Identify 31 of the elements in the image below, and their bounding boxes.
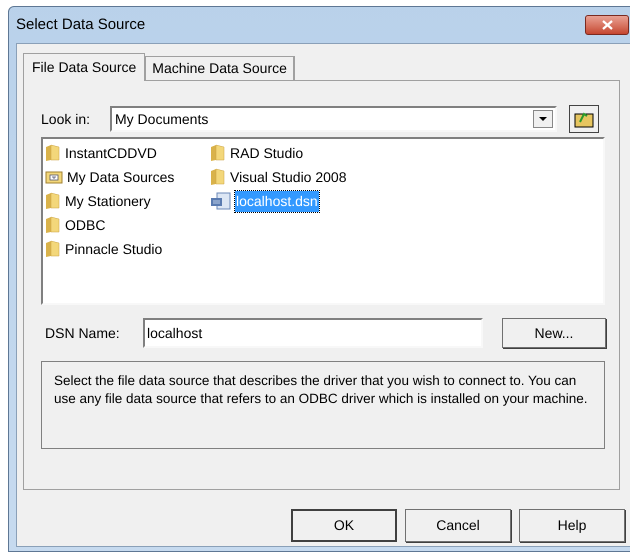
database-file-icon — [210, 192, 232, 210]
tab[interactable]: Machine Data Source — [145, 56, 295, 80]
file-item[interactable]: ODBC — [64, 214, 106, 236]
description-text: Select the file data source that describes the driver that you wish to connect to. You can use any file data source that refers to an ODBC driver which is installed on your machine. — [54, 372, 589, 408]
file-item[interactable]: InstantCDDVD — [64, 142, 158, 164]
file-item[interactable]: Visual Studio 2008 — [229, 166, 348, 188]
file-item[interactable]: Pinnacle Studio — [64, 238, 164, 260]
file-item[interactable]: My Data Sources — [66, 166, 176, 188]
folder-icon — [45, 240, 61, 258]
dsn-name-label: DSN Name: — [44, 324, 121, 342]
window-title: Select Data Source — [16, 14, 146, 35]
dialog-button[interactable]: OK — [291, 509, 397, 542]
folder-icon — [45, 192, 61, 210]
dsn-name-field[interactable]: localhost — [143, 318, 483, 348]
close-icon — [602, 20, 612, 30]
folder-icon — [45, 216, 61, 234]
dialog-button[interactable]: Cancel — [405, 509, 511, 542]
folder-icon — [210, 144, 226, 162]
file-item[interactable]: RAD Studio — [229, 142, 304, 164]
folder-icon — [45, 169, 63, 185]
folder-up-icon — [574, 110, 594, 128]
dialog-button[interactable]: Help — [519, 509, 625, 542]
look-in-dropdown[interactable]: My Documents — [110, 106, 557, 132]
new-button[interactable]: New... — [502, 318, 606, 348]
folder-icon — [45, 144, 61, 162]
close-button[interactable] — [585, 15, 629, 35]
up-folder-button[interactable] — [569, 105, 599, 133]
file-item[interactable]: My Stationery — [64, 190, 152, 212]
look-in-label: Look in: — [41, 110, 92, 128]
tab[interactable]: File Data Source — [23, 53, 146, 81]
folder-icon — [210, 168, 226, 186]
